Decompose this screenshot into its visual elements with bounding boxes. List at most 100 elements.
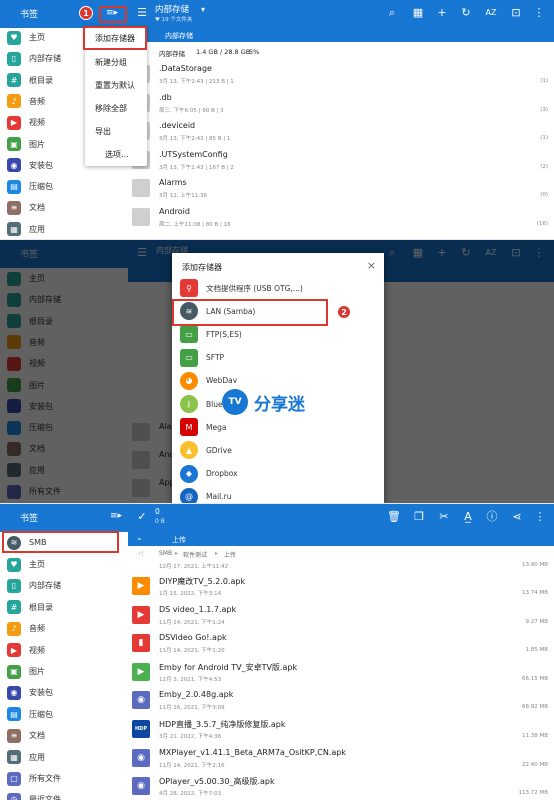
folder-icon xyxy=(132,179,150,198)
file-meta: 3月 13, 下午2:43 | 213 B | 1 xyxy=(159,79,234,85)
breadcrumb-item[interactable]: SMB xyxy=(159,550,172,557)
sidebar-item[interactable]: ◷ 最近文件 xyxy=(0,789,128,800)
menu-item-options[interactable]: 选项... xyxy=(85,142,147,166)
toolbar-title: 内部存储 xyxy=(155,5,190,15)
file-name: DSVideo Go!.apk xyxy=(159,633,227,643)
bookmark-menu-button[interactable]: ≡▸ xyxy=(99,6,127,23)
list-item[interactable]: Alarms 3月 12, 上午11:36 (0) xyxy=(128,174,554,202)
highlight-add-storage xyxy=(83,26,147,50)
storage-option-icon: ▭ xyxy=(180,325,198,344)
apk-icon: ▮ xyxy=(132,634,150,653)
list-item[interactable]: .DataStorage 3月 13, 下午2:43 | 213 B | 1 (1) xyxy=(128,60,554,88)
list-item[interactable]: ▶ DIYP魔改TV_5.2.0.apk 1月 15, 2022, 下午3:14 13… xyxy=(128,572,554,600)
chevron-down-icon[interactable]: ⌄ xyxy=(136,533,143,542)
menu-item-new-group[interactable]: 新建分组 xyxy=(85,50,147,73)
file-name: HDP直播_3.5.7_纯净版修复版.apk xyxy=(159,720,286,729)
sidebar-item[interactable]: ▶ 视频 xyxy=(0,640,128,661)
search-icon[interactable]: ⌕ xyxy=(384,6,400,20)
storage-option-icon: ▲ xyxy=(180,441,198,460)
storage-option-ftp-s-es[interactable]: ▭ FTP(S,ES) xyxy=(180,323,380,345)
list-item[interactable]: ◉ MXPlayer_v1.41.1_Beta_ARM7a_OsitKP,CN.a… xyxy=(128,744,554,772)
panel-smb-files: 书签 ≡▸ ≋ SMB ♥ 主页 ▯ 内部存储 # 根目录 ♪ 音频 ▶ 视频 ▣ 图片 ◉ 安装包 ▤ 压缩… xyxy=(0,504,554,800)
check-icon[interactable]: ✓ xyxy=(134,510,150,524)
select-all-icon[interactable]: ⊡ xyxy=(508,6,524,20)
storage-option-sftp[interactable]: ▭ SFTP xyxy=(180,347,380,369)
sidebar-item-label: 安装包 xyxy=(29,160,53,170)
sidebar-title: 书签 xyxy=(20,10,39,20)
file-size: 13.74 MB xyxy=(521,590,548,596)
storage-option-gdrive[interactable]: ▲ GDrive xyxy=(180,439,380,461)
sidebar-item[interactable]: ≡ 文档 xyxy=(0,725,128,746)
panel-add-storage-dialog: 书签主页内部存储根目录音频视频图片安装包压缩包文档应用所有文件 ☰ ⌕ ▦ + … xyxy=(0,240,554,504)
tab-internal-storage[interactable]: 内部存储 xyxy=(165,31,193,41)
storage-option-mail-ru[interactable]: @ Mail.ru xyxy=(180,486,380,504)
list-item[interactable]: HDP HDP直播_3.5.7_纯净版修复版.apk 3月 21, 2022, 下午… xyxy=(128,715,554,743)
sidebar-item[interactable]: ▣ 图片 xyxy=(0,661,128,682)
apk-icon: HDP xyxy=(132,720,150,738)
sidebar-item[interactable]: ▤ 压缩包 xyxy=(0,704,128,725)
copy-icon[interactable]: ❐ xyxy=(411,510,427,524)
menu-item-remove-all[interactable]: 移除全部 xyxy=(85,96,147,119)
sidebar-item-icon: ▣ xyxy=(7,137,21,151)
list-item-partial[interactable]: 12月 17, 2021, 上午11:42 13.90 MB xyxy=(128,561,554,572)
back-icon[interactable]: ◁ xyxy=(138,550,143,557)
close-icon[interactable]: × xyxy=(367,259,376,272)
storage-option-label: Blue xyxy=(206,399,223,409)
list-item[interactable]: Android 周二, 上午11:08 | 80 B | 16 (16) xyxy=(128,203,554,231)
storage-option-label: SFTP xyxy=(206,353,225,363)
sidebar-item[interactable]: ▢ 所有文件 xyxy=(0,768,128,789)
sidebar-item[interactable]: ▯ 内部存储 xyxy=(0,575,128,596)
list-item[interactable]: ◉ Emby_2.0.48g.apk 11月 16, 2021, 下午3:09 68.… xyxy=(128,686,554,714)
list-item[interactable]: ▶ DS video_1.1.7.apk 11月 14, 2021, 下午1:24 9… xyxy=(128,601,554,629)
rename-icon[interactable]: A̲ xyxy=(460,510,476,524)
menu-item-export[interactable]: 导出 xyxy=(85,119,147,142)
list-item[interactable]: .UTSystemConfig 3月 13, 下午2:43 | 167 B | 2… xyxy=(128,146,554,174)
chevron-down-icon[interactable]: ▾ xyxy=(201,5,205,14)
storage-option-mega[interactable]: M Mega xyxy=(180,416,380,438)
list-item[interactable]: ▮ DSVideo Go!.apk 11月 14, 2021, 下午1:20 1.85… xyxy=(128,629,554,657)
menu-item-label: 选项... xyxy=(105,150,129,159)
sidebar-item[interactable]: ▦ 应用 xyxy=(0,219,128,240)
list-item[interactable]: .db 周三, 下午6:05 | 90 B | 3 (3) xyxy=(128,89,554,117)
sidebar-item-label: 文档 xyxy=(29,203,45,213)
list-item[interactable]: ▶ Emby for Android TV_安卓TV版.apk 12月 3, 202… xyxy=(128,658,554,686)
file-meta: 11月 16, 2021, 下午3:09 xyxy=(159,705,225,712)
info-icon[interactable]: ⓘ xyxy=(484,510,500,524)
storage-option-dropbox[interactable]: ◆ Dropbox xyxy=(180,463,380,485)
sidebar-item[interactable]: ♥ 主页 xyxy=(0,554,128,575)
cut-icon[interactable]: ✂ xyxy=(436,510,452,524)
more-options-icon[interactable]: ⋮ xyxy=(531,6,547,20)
sidebar-item-label: 应用 xyxy=(29,752,45,762)
sidebar-item[interactable]: # 根目录 xyxy=(0,597,128,618)
file-name: DS video_1.1.7.apk xyxy=(159,604,237,614)
storage-option-label: Mega xyxy=(206,422,227,432)
tab-upload[interactable]: 上传 xyxy=(172,535,186,545)
menu-item-reset-default[interactable]: 重置为默认 xyxy=(85,73,147,96)
view-toggle-icon[interactable]: ▦ xyxy=(410,6,426,20)
storage-option-usb-otg[interactable]: ⚲ 文档提供程序 (USB OTG,...) xyxy=(180,277,380,299)
sidebar-item[interactable]: ◉ 安装包 xyxy=(0,682,128,703)
sidebar-item[interactable]: ≡ 文档 xyxy=(0,197,128,218)
sidebar-item[interactable]: ▤ 压缩包 xyxy=(0,176,128,197)
storage-option-label: Mail.ru xyxy=(206,492,232,502)
sidebar-item[interactable]: ♪ 音频 xyxy=(0,618,128,639)
file-name: Android xyxy=(159,207,190,216)
list-item[interactable]: ◉ OPlayer_v5.00.30_高级版.apk 4月 28, 2022, 下午… xyxy=(128,772,554,800)
file-name: OPlayer_v5.00.30_高级版.apk xyxy=(159,777,275,787)
breadcrumb-item[interactable]: 软件测试 xyxy=(183,550,207,559)
add-icon[interactable]: + xyxy=(434,6,450,20)
selection-count: 0 xyxy=(155,507,160,516)
bookmark-menu-icon[interactable]: ≡▸ xyxy=(110,511,122,521)
sort-icon[interactable]: AZ xyxy=(483,6,499,20)
share-icon[interactable]: ⋖ xyxy=(509,510,525,524)
add-storage-dialog: 添加存储器 × ⚲ 文档提供程序 (USB OTG,...) ≋ LAN (Samba… xyxy=(172,253,384,504)
list-item[interactable]: .deviceid 3月 13, 下午2:43 | 85 B | 1 (1) xyxy=(128,117,554,145)
breadcrumb-item[interactable]: 上传 xyxy=(224,550,236,559)
hamburger-menu-icon[interactable]: ☰ xyxy=(134,6,150,20)
storage-option-icon: @ xyxy=(180,487,198,504)
refresh-icon[interactable]: ↻ xyxy=(458,6,474,20)
delete-icon[interactable]: 🗑 xyxy=(386,510,402,524)
sidebar-item[interactable]: ▦ 应用 xyxy=(0,747,128,768)
more-options-icon[interactable]: ⋮ xyxy=(532,510,548,524)
breadcrumb-separator: ▸ xyxy=(175,550,179,557)
